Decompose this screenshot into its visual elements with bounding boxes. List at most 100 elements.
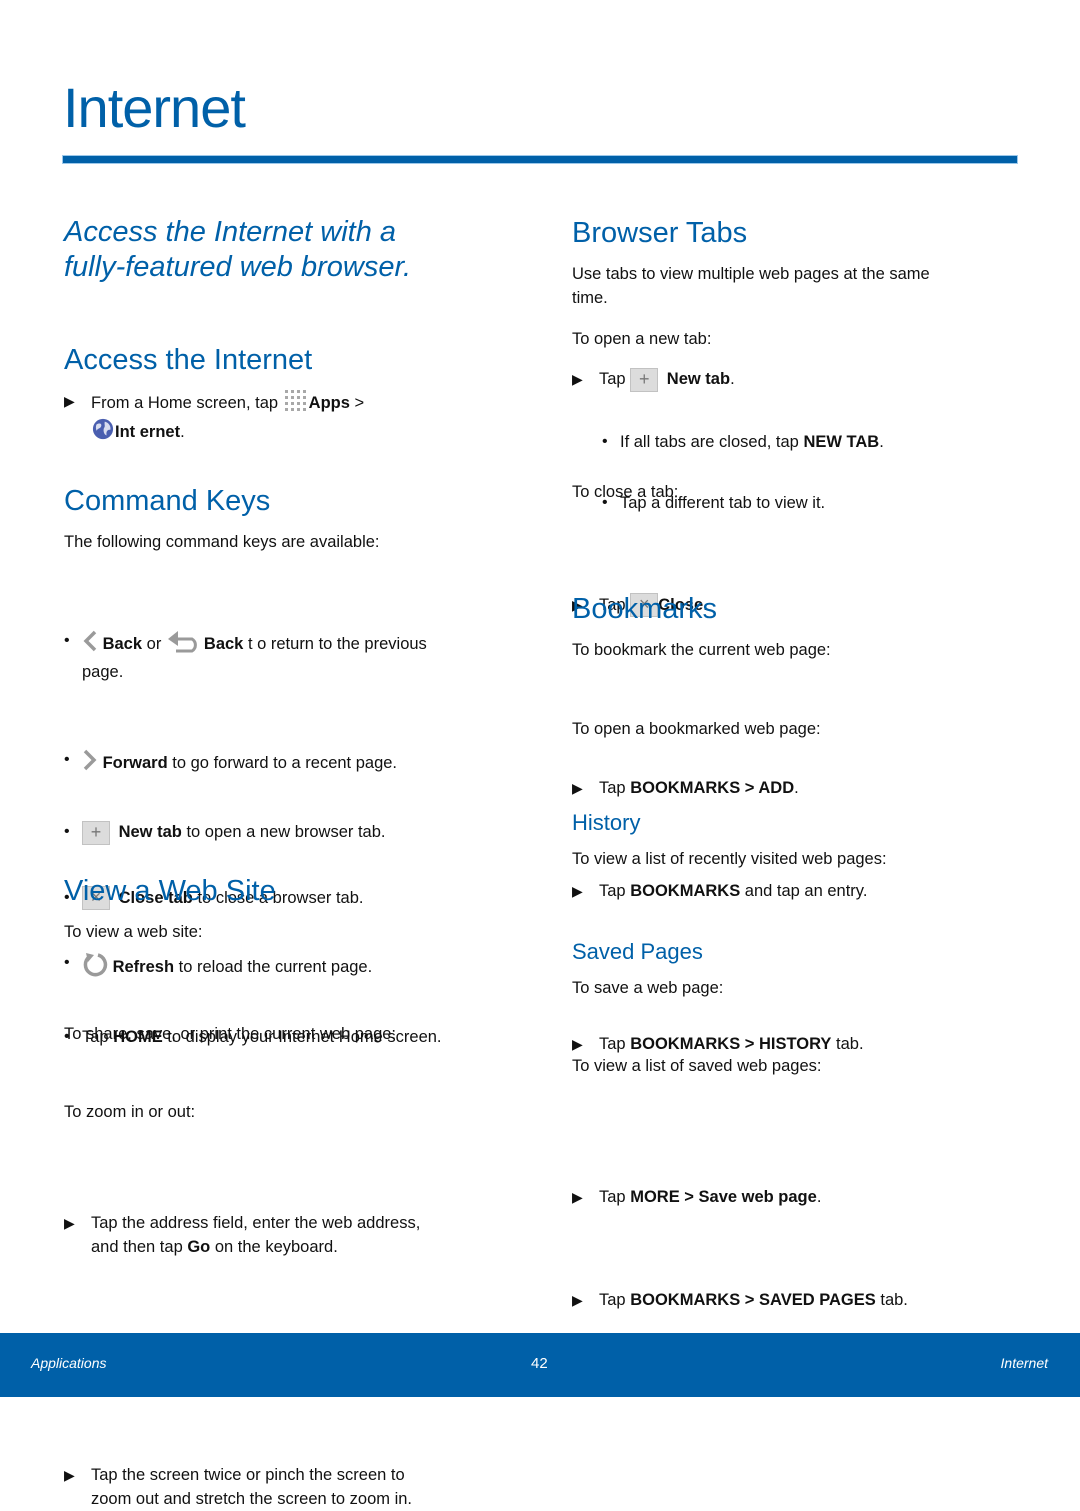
step-text: Tap (599, 1188, 626, 1207)
list-item-refresh: • Refresh to reload the current page. (64, 951, 504, 984)
step-text: tab. (836, 1035, 864, 1054)
list-item-forward: • Forward to go forward to a recent page… (64, 748, 504, 779)
tagline: Access the Internet with a fully-feature… (64, 215, 411, 285)
step-text: zoom out and stretch the screen to zoom … (91, 1490, 413, 1509)
triangle-bullet-icon: ▶ (572, 780, 583, 797)
item-text: or (146, 634, 162, 653)
back-arrow-icon (166, 629, 204, 660)
triangle-bullet-icon: ▶ (572, 371, 583, 387)
view-site-step-1: ▶ Tap the address field, enter the web a… (64, 1211, 531, 1259)
triangle-bullet-icon: ▶ (64, 1215, 75, 1232)
bullet-dot: • (64, 751, 70, 768)
tagline-line-1: Access the Internet with a (64, 216, 397, 248)
step-text: Tap (599, 779, 626, 798)
bullet-dot: • (64, 632, 70, 649)
saved-list-step: ▶ Tap BOOKMARKS > SAVED PAGES tab. (572, 1288, 1022, 1312)
history-intro: To view a list of recently visited web p… (572, 850, 887, 868)
step-text: Tap the screen twice or pinch the screen… (91, 1466, 405, 1485)
footer-chapter-label: Internet (1000, 1355, 1048, 1371)
page-number: 42 (531, 1355, 548, 1372)
item-text: If all tabs are closed, tap (620, 432, 799, 451)
triangle-bullet-icon: ▶ (572, 1292, 583, 1309)
left-column: Access the Internet with a fully-feature… (64, 0, 504, 1508)
view-site-step-3: ▶ Tap the screen twice or pinch the scre… (64, 1463, 531, 1511)
heading-browser-tabs: Browser Tabs (572, 217, 748, 249)
heading-command-keys: Command Keys (64, 485, 271, 517)
triangle-bullet-icon: ▶ (64, 393, 75, 409)
item-text: to reload the current page. (178, 958, 373, 977)
chevron-left-icon (82, 629, 98, 660)
page-footer: Applications 42 Internet (0, 1333, 1080, 1397)
saved-list-intro: To view a list of saved web pages: (572, 1057, 822, 1075)
item-text: to open a new browser tab. (186, 823, 386, 841)
list-item-new-tab: • + New tab to open a new browser tab. (64, 820, 504, 845)
triangle-bullet-icon: ▶ (572, 1189, 583, 1206)
access-step: ▶ From a Home screen, tap Apps > Int ern… (64, 389, 511, 447)
open-bookmark-intro: To open a bookmarked web page: (572, 720, 821, 738)
right-column: Browser Tabs Use tabs to view multiple w… (572, 0, 1022, 1309)
zoom-intro: To zoom in or out: (64, 1103, 196, 1121)
bookmark-intro: To bookmark the current web page: (572, 641, 831, 659)
view-site-intro: To view a web site: (64, 923, 203, 941)
triangle-bullet-icon: ▶ (572, 883, 583, 900)
item-bold-2: Back (203, 634, 244, 653)
bullet-dot: • (64, 954, 70, 972)
step-text: and then tap (91, 1238, 183, 1257)
desc-line: Use tabs to view multiple web pages at t… (572, 265, 930, 283)
plus-icon: + (82, 820, 110, 845)
save-page-intro: To save a web page: (572, 979, 724, 997)
internet-globe-icon (91, 418, 115, 447)
item-bold: Forward (102, 753, 168, 772)
open-bookmark-step: ▶ Tap BOOKMARKS and tap an entry. (572, 879, 1022, 903)
step-text: on the keyboard. (214, 1238, 338, 1257)
item-bold: NEW TAB (803, 432, 880, 451)
browser-tabs-desc: Use tabs to view multiple web pages at t… (572, 262, 930, 310)
period: . (180, 422, 185, 441)
item-text-continued: page. (82, 663, 124, 681)
step-bold: Go (187, 1238, 211, 1257)
triangle-bullet-icon: ▶ (64, 1467, 75, 1484)
chevron-right-icon (82, 748, 98, 779)
item-text: t o return to the previous (247, 634, 427, 653)
step-bold: BOOKMARKS > HISTORY (630, 1035, 832, 1054)
step-text: tab. (880, 1291, 908, 1310)
apps-label: Apps (308, 393, 350, 412)
save-page-step: ▶ Tap MORE > Save web page. (572, 1185, 1022, 1209)
apps-grid-icon (283, 389, 309, 418)
heading-saved-pages: Saved Pages (572, 939, 703, 964)
step-bold: New tab (666, 370, 731, 388)
bookmark-add-step: ▶ Tap BOOKMARKS > ADD. (572, 776, 1022, 800)
open-tab-step: ▶ Tap + New tab. (572, 367, 1022, 392)
heading-access-internet: Access the Internet (64, 344, 313, 376)
heading-view-web-site: View a Web Site (64, 875, 276, 907)
triangle-bullet-icon: ▶ (572, 1036, 583, 1053)
desc-line: time. (572, 289, 608, 307)
list-item-back: • Back or Back t o return to the previou… (64, 629, 504, 684)
step-bold: BOOKMARKS > SAVED PAGES (630, 1291, 876, 1310)
internet-label: Int ernet (115, 422, 181, 441)
open-tab-intro: To open a new tab: (572, 330, 712, 348)
step-text: Tap (599, 882, 626, 901)
plus-icon: + (630, 367, 659, 392)
bullet-dot: • (64, 823, 70, 840)
item-bold: New tab (118, 823, 182, 841)
tagline-line-2: fully-featured web browser. (64, 251, 412, 283)
separator: > (354, 393, 365, 412)
step-text: Tap the address field, enter the web add… (91, 1214, 421, 1233)
heading-bookmarks: Bookmarks (572, 593, 718, 625)
step-text: From a Home screen, tap (91, 393, 279, 412)
sub-bullet-new-tab: • If all tabs are closed, tap NEW TAB. (602, 430, 1052, 454)
step-text: and tap an entry. (744, 882, 868, 901)
footer-section-label: Applications (31, 1355, 107, 1371)
command-keys-intro: The following command keys are available… (64, 533, 380, 551)
step-text: Tap (599, 1291, 626, 1310)
step-text: Tap (599, 1035, 626, 1054)
step-text: Tap (599, 370, 626, 388)
step-bold: MORE > Save web page (630, 1188, 817, 1207)
item-text: to go forward to a recent page. (172, 753, 398, 772)
heading-history: History (572, 810, 641, 835)
share-intro: To share, save, or print the current web… (64, 1025, 397, 1043)
history-step: ▶ Tap BOOKMARKS > HISTORY tab. (572, 1032, 1022, 1056)
item-bold: Refresh (112, 958, 175, 977)
bullet-dot: • (602, 432, 608, 450)
